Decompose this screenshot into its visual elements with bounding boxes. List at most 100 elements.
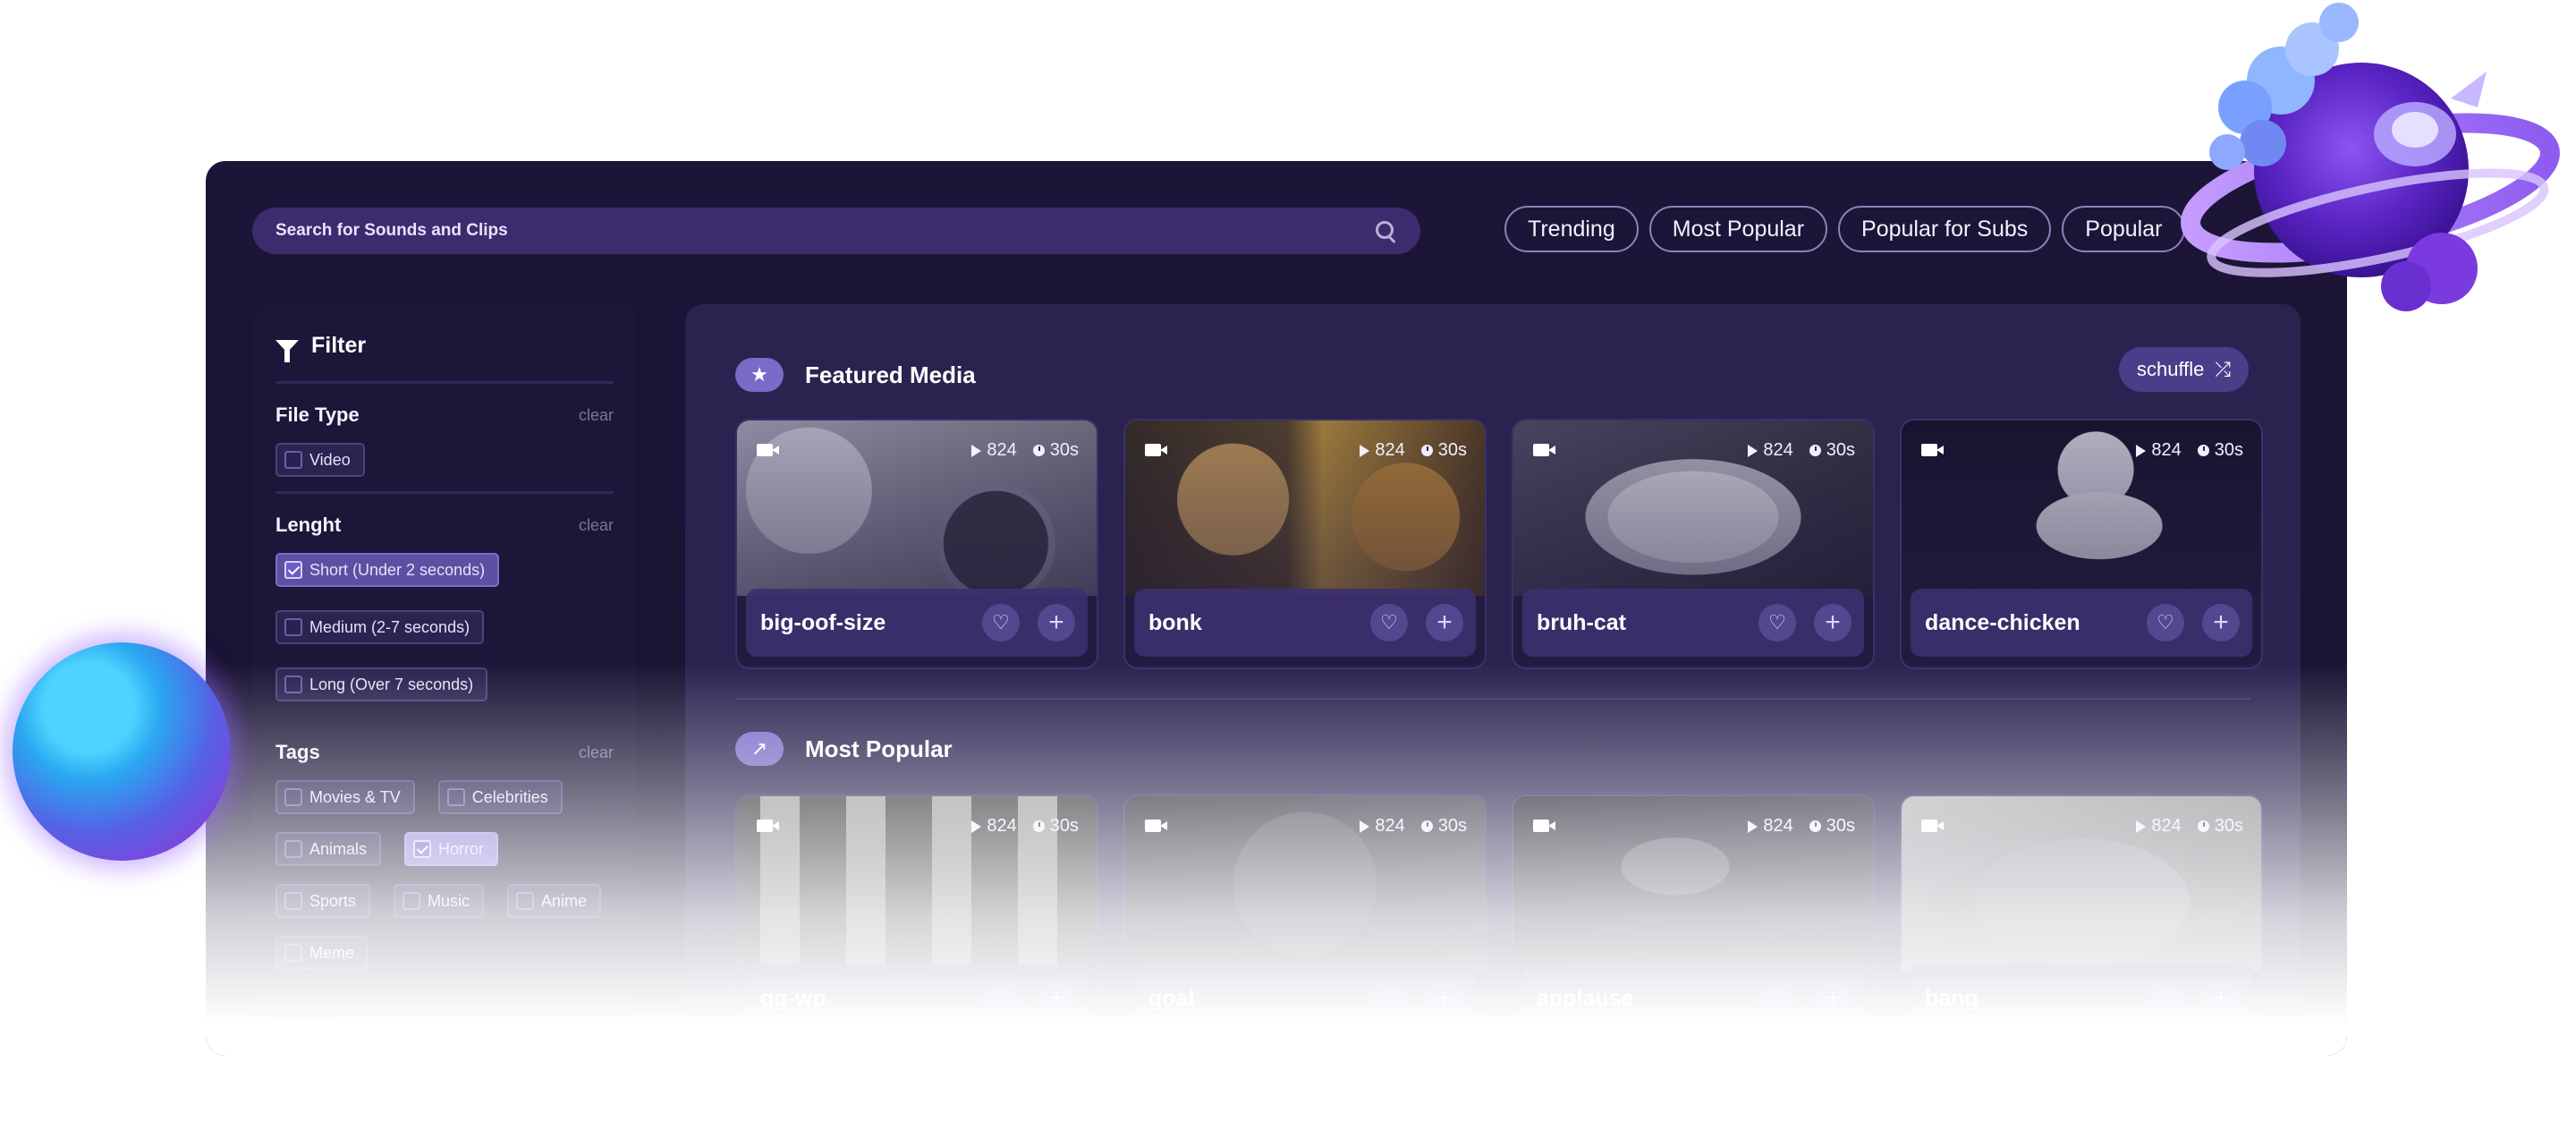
add-button[interactable]: + [1426,980,1463,1017]
checkbox-box[interactable] [516,892,535,910]
media-card[interactable]: 824 30s gg-wp ♡ + [735,794,1098,1045]
checkbox-box[interactable] [284,451,302,469]
favorite-button[interactable]: ♡ [982,604,1020,641]
plus-icon: + [1048,607,1064,637]
media-card[interactable]: 824 30s dance-chicken ♡ + [1900,419,2263,669]
filter-title: Filter [311,332,367,358]
tag-label: Meme [309,943,355,962]
checkbox-short[interactable]: Short (Under 2 seconds) [275,553,500,587]
tag-anime[interactable]: Anime [507,884,602,918]
checkbox-box[interactable] [284,840,302,858]
media-name: bruh-cat [1537,609,1626,635]
duration: 30s [1437,816,1467,836]
checkbox-box[interactable] [284,944,302,962]
media-card-bar: bruh-cat ♡ + [1522,589,1864,657]
search-icon[interactable] [1374,219,1397,242]
favorite-button[interactable]: ♡ [982,980,1020,1017]
trending-up-icon: ↗ [735,732,784,766]
add-button[interactable]: + [1038,604,1075,641]
heart-icon: ♡ [2157,987,2174,1009]
duration: 30s [1049,440,1079,460]
checkbox-box-checked[interactable] [284,561,302,579]
duration: 30s [1437,440,1467,460]
media-name: dance-chicken [1925,609,2080,635]
length-title: Lenght [275,514,342,536]
favorite-button[interactable]: ♡ [2147,980,2184,1017]
most-popular-title: Most Popular [805,735,953,762]
tag-animals[interactable]: Animals [275,832,382,866]
file-type-clear-link[interactable]: clear [579,406,614,425]
file-type-header: File Type clear [275,404,614,427]
add-button[interactable]: + [2202,604,2240,641]
checkbox-long[interactable]: Long (Over 7 seconds) [275,667,488,701]
search-input[interactable]: Search for Sounds and Clips [275,221,1374,241]
favorite-button[interactable]: ♡ [1370,604,1408,641]
play-count: 824 [987,816,1017,836]
media-meta: 824 30s [971,816,1079,837]
media-card[interactable]: 824 30s bruh-cat ♡ + [1512,419,1875,669]
media-card[interactable]: 824 30s goal ♡ + [1123,794,1487,1045]
tag-movies-tv[interactable]: Movies & TV [275,780,415,814]
media-name: bonk [1148,609,1202,635]
media-card[interactable]: 824 30s applause ♡ + [1512,794,1875,1045]
play-icon [1748,444,1758,457]
search-bar[interactable]: Search for Sounds and Clips [252,208,1420,254]
media-card-bar: bonk ♡ + [1134,589,1476,657]
plus-icon: + [1825,607,1841,637]
add-button[interactable]: + [2202,980,2240,1017]
tag-meme[interactable]: Meme [275,936,369,970]
checkbox-medium[interactable]: Medium (2-7 seconds) [275,610,485,644]
tag-celebrities[interactable]: Celebrities [437,780,563,814]
favorite-button[interactable]: ♡ [1758,604,1796,641]
media-card[interactable]: 824 30s bang ♡ + [1900,794,2263,1045]
media-name: gg-wp [760,985,826,1011]
tag-music[interactable]: Music [394,884,485,918]
media-name: big-oof-size [760,609,886,635]
tab-trending[interactable]: Trending [1504,206,1639,252]
checkbox-box[interactable] [402,892,421,910]
media-card-bar: big-oof-size ♡ + [746,589,1088,657]
tag-sports[interactable]: Sports [275,884,371,918]
checkbox-box[interactable] [284,892,302,910]
play-count: 824 [2151,816,2182,836]
play-icon [971,820,982,833]
play-count: 824 [1763,440,1793,460]
checkbox-box[interactable] [284,618,302,636]
featured-title: Featured Media [805,361,976,388]
checkbox-box[interactable] [284,675,302,693]
tag-horror[interactable]: Horror [404,832,499,866]
favorite-button[interactable]: ♡ [1370,980,1408,1017]
favorite-button[interactable]: ♡ [1758,980,1796,1017]
tags-clear-link[interactable]: clear [579,743,614,762]
media-card[interactable]: 824 30s bonk ♡ + [1123,419,1487,669]
checkbox-box[interactable] [446,788,465,806]
length-options: Short (Under 2 seconds) Medium (2-7 seco… [275,553,614,701]
checkbox-box[interactable] [284,788,302,806]
checkbox-label: Short (Under 2 seconds) [309,560,486,579]
plus-icon: + [2213,983,2229,1013]
add-button[interactable]: + [1426,604,1463,641]
tab-popular-for-subs[interactable]: Popular for Subs [1838,206,2052,252]
play-count: 824 [987,440,1017,460]
favorite-button[interactable]: ♡ [2147,604,2184,641]
media-card[interactable]: 824 30s big-oof-size ♡ + [735,419,1098,669]
play-icon [1748,820,1758,833]
star-icon: ★ [735,358,784,392]
heart-icon: ♡ [2157,611,2174,633]
tab-most-popular[interactable]: Most Popular [1648,206,1828,252]
play-icon [2136,820,2147,833]
add-button[interactable]: + [1038,980,1075,1017]
duration: 30s [2214,440,2243,460]
plus-icon: + [1436,983,1453,1013]
plus-icon: + [1048,983,1064,1013]
checkbox-video[interactable]: Video [275,443,365,477]
heart-icon: ♡ [1380,987,1398,1009]
heart-icon: ♡ [992,987,1010,1009]
filter-header: Filter [275,324,614,367]
add-button[interactable]: + [1814,980,1852,1017]
clock-icon [1420,445,1433,457]
length-clear-link[interactable]: clear [579,516,614,535]
checkbox-box-checked[interactable] [413,840,432,858]
planet-ring-decoration [2181,3,2560,311]
add-button[interactable]: + [1814,604,1852,641]
